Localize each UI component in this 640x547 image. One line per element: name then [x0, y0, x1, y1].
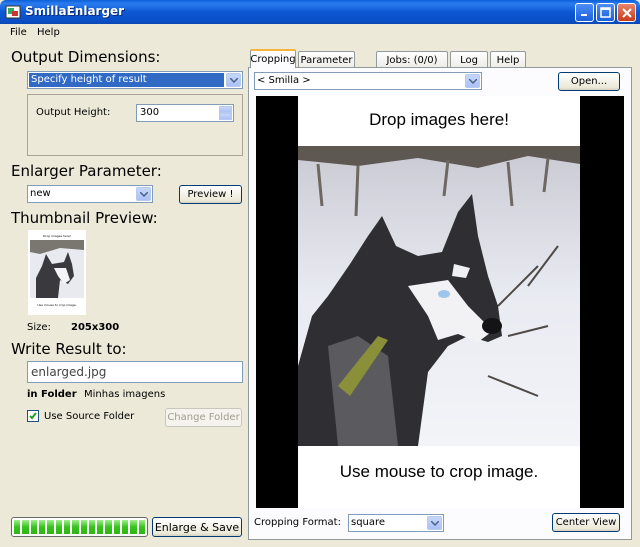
drop-images-text: Drop images here! [369, 110, 509, 129]
size-value: 205x300 [71, 322, 120, 333]
maximize-button[interactable] [596, 3, 615, 22]
minimize-icon [581, 14, 587, 16]
tab-jobs[interactable]: Jobs: (0/0) [376, 51, 448, 68]
app-icon [5, 5, 21, 19]
close-button[interactable] [617, 3, 636, 22]
output-dimensions-heading: Output Dimensions: [11, 48, 161, 66]
crop-canvas[interactable]: Drop images here! Use mouse to crop imag… [256, 96, 624, 508]
chevron-down-icon [226, 73, 241, 87]
checkmark-icon [29, 412, 37, 420]
use-source-folder-checkbox[interactable] [27, 410, 39, 422]
chevron-down-icon [465, 74, 480, 88]
maximize-icon [600, 7, 611, 18]
cropping-format-label: Cropping Format: [254, 517, 341, 528]
thumbnail-image: Drop images here! Use mouse to crop imag… [28, 230, 86, 315]
write-result-heading: Write Result to: [11, 340, 127, 358]
change-folder-button[interactable]: Change Folder [165, 408, 242, 427]
output-mode-select[interactable]: Specify height of result [27, 71, 243, 89]
tab-log[interactable]: Log [450, 51, 488, 68]
enlarger-parameter-heading: Enlarger Parameter: [11, 162, 162, 180]
output-height-label: Output Height: [36, 107, 111, 118]
spin-down-icon[interactable] [219, 113, 232, 120]
enlarger-preset-select[interactable]: new [27, 185, 153, 203]
title-bar: SmillaEnlarger [0, 0, 640, 24]
use-source-folder-label: Use Source Folder [44, 411, 135, 422]
close-icon [621, 7, 632, 18]
output-height-spinner[interactable]: 300 [136, 104, 234, 122]
thumbnail-top-text: Drop images here! [43, 234, 71, 238]
cropping-format-select[interactable]: square [348, 514, 444, 532]
thumbnail-bottom-text: Use mouse to crop image. [37, 303, 77, 307]
folder-name: Minhas imagens [84, 389, 166, 400]
output-height-value: 300 [140, 107, 160, 118]
enlarge-save-button[interactable]: Enlarge & Save [152, 517, 242, 537]
enlarger-preset-value: new [30, 188, 51, 199]
tab-cropping[interactable]: Cropping [250, 49, 296, 68]
window-title: SmillaEnlarger [25, 4, 125, 18]
source-image-value: < Smilla > [257, 75, 311, 86]
thumbnail-photo [30, 240, 84, 298]
crop-instruction-text: Use mouse to crop image. [339, 462, 539, 481]
menu-file[interactable]: File [10, 27, 27, 38]
source-image-select[interactable]: < Smilla > [254, 72, 482, 90]
open-button[interactable]: Open... [558, 72, 620, 91]
output-height-group: Output Height: 300 [27, 94, 243, 156]
chevron-down-icon [427, 516, 442, 530]
progress-bar [11, 517, 148, 537]
output-filename-value: enlarged.jpg [31, 365, 107, 379]
cropping-format-value: square [351, 517, 386, 528]
output-filename-input[interactable]: enlarged.jpg [27, 361, 243, 383]
thumbnail-preview-heading: Thumbnail Preview: [11, 209, 158, 227]
tab-help[interactable]: Help [490, 51, 526, 68]
chevron-down-icon [136, 187, 151, 201]
preview-button[interactable]: Preview ! [179, 185, 242, 204]
in-folder-label: in Folder [27, 389, 77, 400]
dog-photo [298, 146, 580, 446]
output-mode-value: Specify height of result [29, 73, 224, 87]
size-label: Size: [27, 322, 51, 333]
tab-parameter[interactable]: Parameter [298, 51, 355, 68]
minimize-button[interactable] [575, 3, 594, 22]
menu-help[interactable]: Help [37, 27, 60, 38]
menu-bar: File Help [0, 24, 640, 42]
spin-up-icon[interactable] [219, 106, 232, 113]
center-view-button[interactable]: Center View [552, 513, 620, 532]
